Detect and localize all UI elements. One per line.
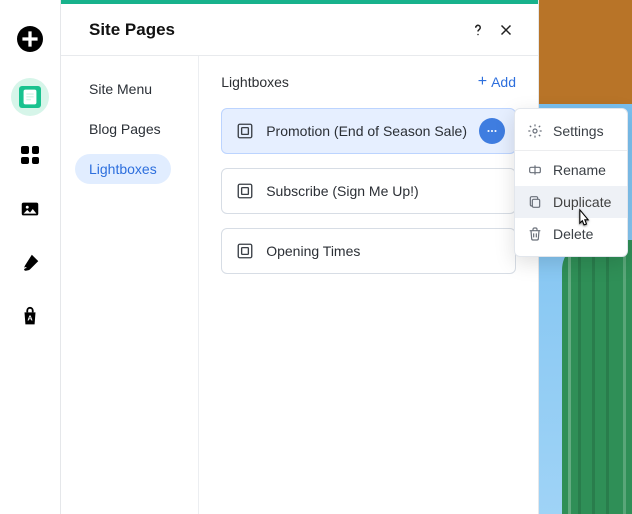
panel-header: Site Pages bbox=[61, 4, 538, 56]
add-icon[interactable] bbox=[17, 26, 43, 52]
lightbox-row[interactable]: Promotion (End of Season Sale) bbox=[221, 108, 516, 154]
sidebar-item-site-menu[interactable]: Site Menu bbox=[75, 74, 166, 104]
sidebar-item-label: Site Menu bbox=[89, 81, 152, 97]
store-icon[interactable]: A bbox=[17, 304, 43, 330]
lightbox-icon bbox=[236, 242, 254, 260]
sidebar-item-label: Blog Pages bbox=[89, 121, 161, 137]
context-menu: Settings Rename Duplicate Delete bbox=[514, 108, 628, 257]
help-icon[interactable] bbox=[464, 16, 492, 44]
svg-text:A: A bbox=[27, 314, 33, 323]
site-pages-panel: Site Pages Site Menu Blog Pages Lightbox… bbox=[60, 0, 539, 514]
menu-item-duplicate[interactable]: Duplicate bbox=[515, 186, 627, 218]
menu-item-label: Rename bbox=[553, 162, 606, 178]
panel-title: Site Pages bbox=[89, 20, 464, 40]
menu-item-settings[interactable]: Settings bbox=[515, 115, 627, 147]
design-icon[interactable] bbox=[17, 250, 43, 276]
menu-item-label: Duplicate bbox=[553, 194, 611, 210]
duplicate-icon bbox=[527, 194, 543, 210]
menu-item-label: Delete bbox=[553, 226, 593, 242]
apps-icon[interactable] bbox=[17, 142, 43, 168]
add-button[interactable]: + Add bbox=[478, 74, 516, 90]
lightbox-icon bbox=[236, 122, 254, 140]
media-icon[interactable] bbox=[17, 196, 43, 222]
menu-item-rename[interactable]: Rename bbox=[515, 154, 627, 186]
gear-icon bbox=[527, 123, 543, 139]
menu-separator bbox=[515, 150, 627, 151]
sidebar-item-lightboxes[interactable]: Lightboxes bbox=[75, 154, 171, 184]
lightbox-row-label: Subscribe (Sign Me Up!) bbox=[266, 183, 505, 199]
menu-item-delete[interactable]: Delete bbox=[515, 218, 627, 250]
section-header: Lightboxes + Add bbox=[221, 74, 516, 90]
trash-icon bbox=[527, 226, 543, 242]
section-title: Lightboxes bbox=[221, 74, 478, 90]
lightbox-icon bbox=[236, 182, 254, 200]
rename-icon bbox=[527, 162, 543, 178]
plus-icon: + bbox=[478, 74, 487, 90]
canvas-cactus bbox=[562, 240, 632, 514]
add-label: Add bbox=[491, 74, 516, 90]
row-more-button[interactable] bbox=[479, 118, 505, 144]
sidebar-item-blog-pages[interactable]: Blog Pages bbox=[75, 114, 175, 144]
left-rail: A bbox=[0, 0, 60, 514]
close-icon[interactable] bbox=[492, 16, 520, 44]
sidebar-item-label: Lightboxes bbox=[89, 161, 157, 177]
pages-icon[interactable] bbox=[11, 78, 49, 116]
lightbox-row[interactable]: Subscribe (Sign Me Up!) bbox=[221, 168, 516, 214]
lightbox-row-label: Opening Times bbox=[266, 243, 505, 259]
lightbox-row-label: Promotion (End of Season Sale) bbox=[266, 123, 467, 139]
editor-canvas bbox=[539, 0, 632, 514]
panel-content: Lightboxes + Add Promotion (End of Seaso… bbox=[199, 56, 538, 514]
menu-item-label: Settings bbox=[553, 123, 604, 139]
panel-side-nav: Site Menu Blog Pages Lightboxes bbox=[61, 56, 199, 514]
lightbox-row[interactable]: Opening Times bbox=[221, 228, 516, 274]
